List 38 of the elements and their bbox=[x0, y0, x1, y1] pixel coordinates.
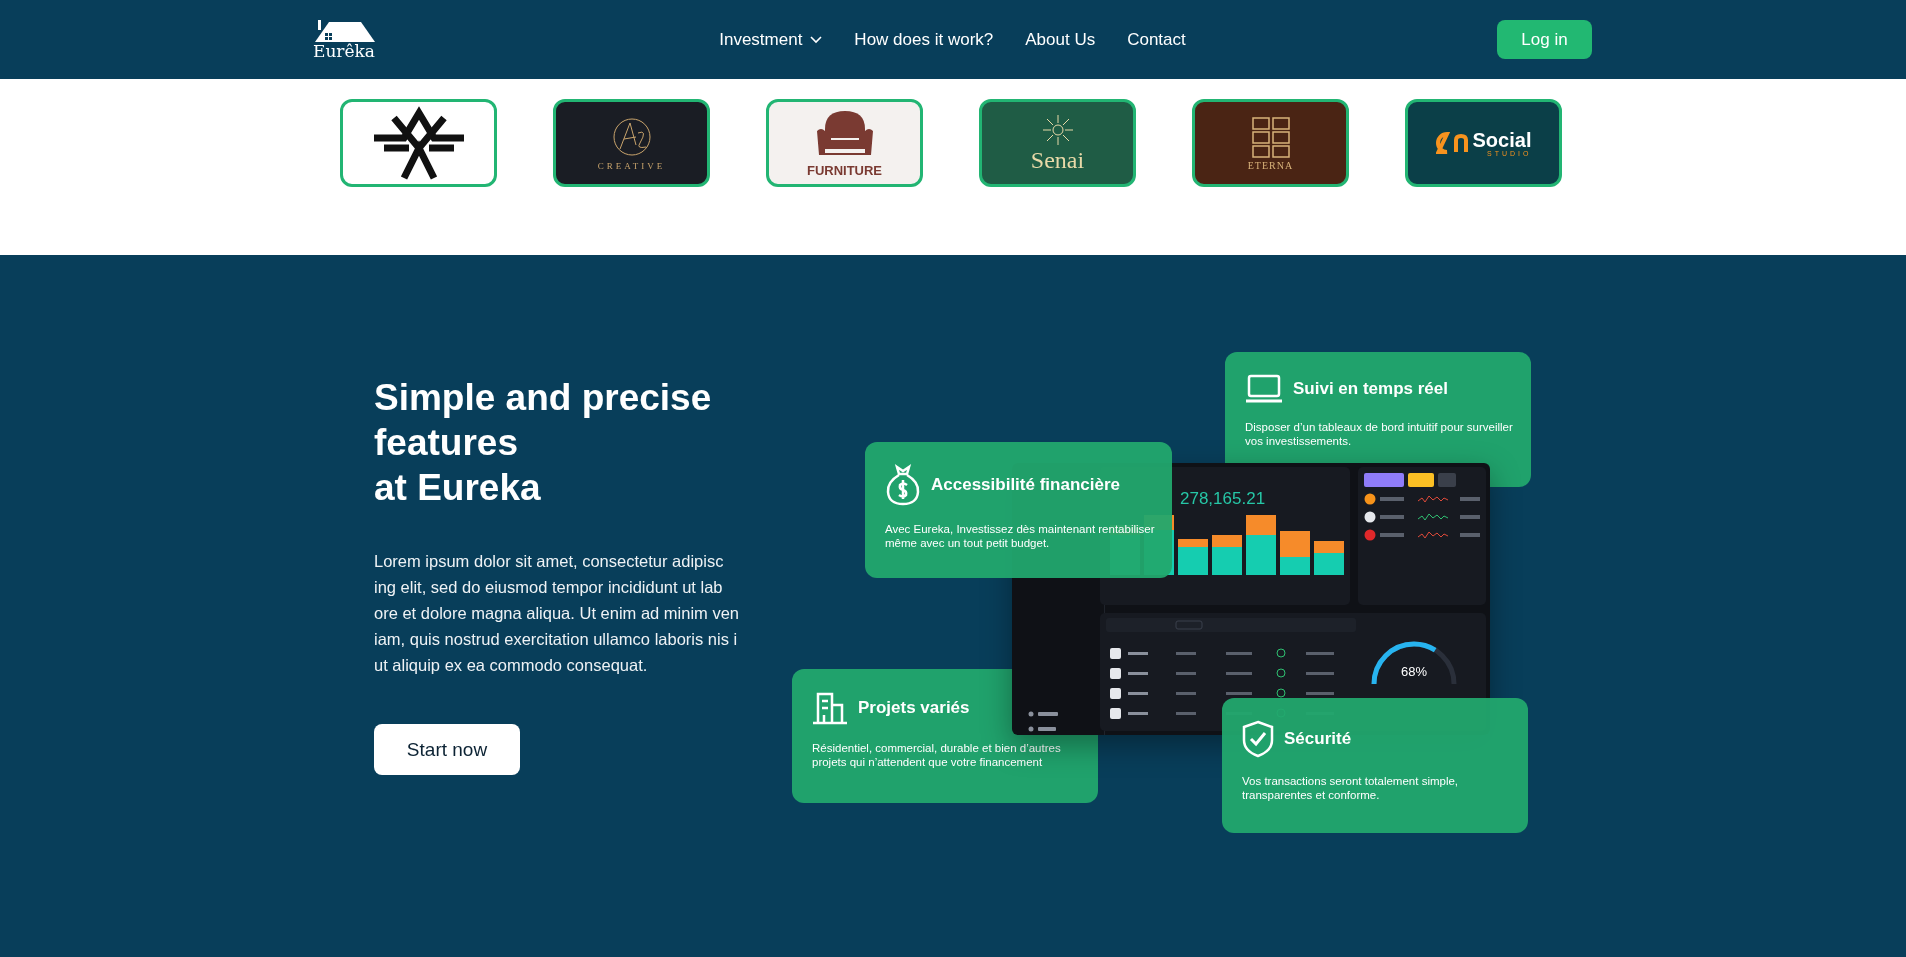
chart-bar bbox=[1212, 535, 1242, 575]
chart-bar bbox=[1178, 539, 1208, 575]
nav-link[interactable]: About Us bbox=[1025, 29, 1096, 50]
gauge-value: 68% bbox=[1401, 664, 1427, 679]
feature-title: Projets variés bbox=[858, 698, 970, 718]
section-description: Lorem ipsum dolor sit amet, consectetur adipisc ing elit, sed do eiusmod tempor incididunt ut lab ore et dolore magna aliqua. Ut enim ad minim ven iam, quis nostrud exercitation ullamco laboris nis i ut aliquip ex ea commodo consequat. bbox=[374, 551, 740, 676]
logo-text: Senai bbox=[1030, 147, 1085, 172]
chart-bar bbox=[1280, 531, 1310, 575]
chevron-down-icon bbox=[810, 35, 823, 44]
feature-title: Accessibilité financière bbox=[931, 475, 1120, 495]
logo-text: ETERNA bbox=[1247, 160, 1294, 171]
pattern-logo-icon bbox=[1250, 115, 1291, 158]
chart-bar bbox=[1246, 515, 1276, 575]
balance-amount: 278,165.21 bbox=[1180, 489, 1267, 509]
feature-title: Suivi en temps réel bbox=[1293, 379, 1448, 399]
logo-text: Eurêka bbox=[313, 41, 375, 60]
logo-text: FURNITURE bbox=[806, 164, 883, 177]
laptop-icon bbox=[1245, 374, 1283, 404]
logo-text: Social bbox=[1472, 129, 1532, 150]
nav-link[interactable]: Investment bbox=[719, 29, 823, 50]
feature-title: Sécurité bbox=[1284, 729, 1352, 749]
money-bag-icon bbox=[885, 464, 921, 506]
nav-link[interactable]: Contact bbox=[1127, 29, 1186, 50]
shield-check-icon bbox=[1242, 720, 1274, 758]
logo-text: CREATIVE bbox=[597, 162, 666, 171]
logo[interactable]: Eurêka bbox=[313, 19, 720, 60]
feature-text: Vos transactions seront totalement simple, transparentes et conforme. bbox=[1242, 774, 1460, 802]
start-now-button[interactable]: Start now bbox=[374, 724, 520, 775]
feature-text: Résidentiel, commercial, durable et bien d’autres projets qui n’attendent que votre financement bbox=[812, 741, 1062, 769]
feature-text: Disposer d’un tableaux de bord intuitif pour surveiller vos investissements. bbox=[1245, 420, 1514, 448]
section-heading: Simple and precise features at Eureka bbox=[374, 376, 713, 510]
speech-bubble-logo-icon bbox=[1435, 132, 1470, 154]
sunburst-logo-icon bbox=[1042, 114, 1073, 145]
chart-bar bbox=[1314, 541, 1344, 575]
house-logo-icon bbox=[313, 19, 375, 42]
nav-link[interactable]: How does it work? bbox=[854, 29, 994, 50]
building-icon bbox=[812, 691, 848, 725]
feature-text: Avec Eureka, Investissez dès maintenant rentabiliser même avec un tout petit budget. bbox=[885, 522, 1156, 550]
